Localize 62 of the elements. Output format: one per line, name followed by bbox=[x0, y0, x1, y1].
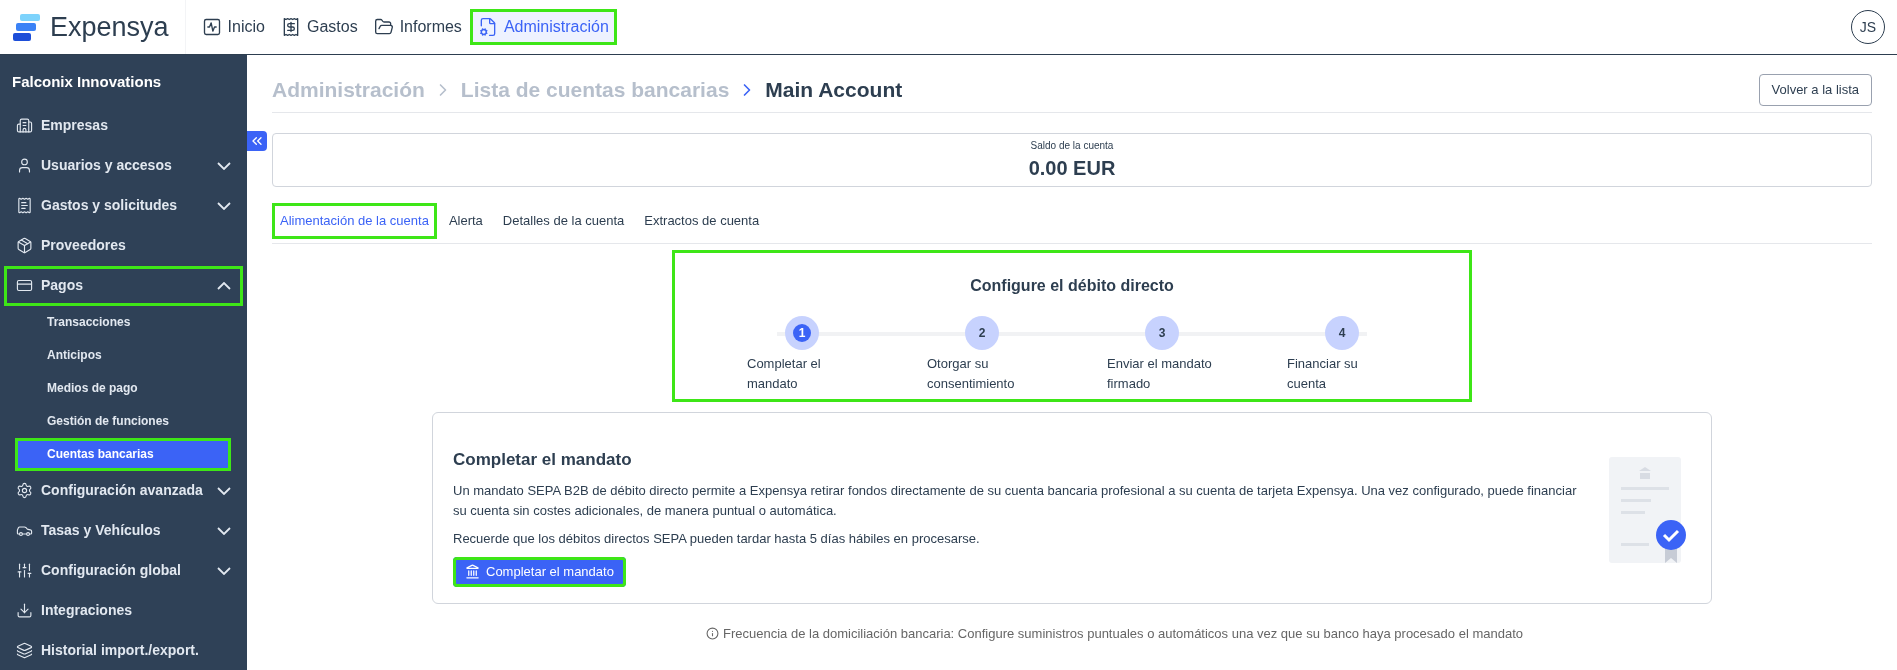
sliders-icon bbox=[16, 562, 33, 579]
sidebar-item[interactable]: Proveedores bbox=[4, 225, 243, 266]
chevron-down-icon bbox=[217, 486, 231, 495]
sidebar-subitem[interactable]: Gestión de funciones bbox=[15, 404, 231, 438]
download-icon bbox=[16, 602, 33, 619]
stepper-title: Configure el débito directo bbox=[969, 276, 1175, 296]
chevron-down-icon bbox=[217, 566, 231, 575]
activity-icon bbox=[201, 17, 222, 37]
info-note: Frecuencia de la domiciliación bancaria: Configure suministros puntuales o automáticos una vez que su banco haya procesado el mandato bbox=[723, 624, 1523, 643]
sidebar-item[interactable]: Pagos bbox=[4, 265, 243, 306]
nav-tab[interactable]: Gastos bbox=[272, 9, 366, 45]
step-label: Otorgar su consentimiento bbox=[927, 355, 1016, 393]
sidebar-item[interactable]: Tasas y Vehículos bbox=[4, 510, 243, 551]
company-name: Falconix Innovations bbox=[11, 72, 163, 92]
page-title: Main Account bbox=[765, 76, 903, 103]
sidebar-item[interactable]: Empresas bbox=[4, 105, 243, 146]
complete-mandate-button[interactable]: Completar el mandato bbox=[453, 556, 626, 587]
tab[interactable]: Alerta bbox=[440, 203, 491, 239]
mandate-paragraph: Recuerde que los débitos directos SEPA pueden tardar hasta 5 días hábiles en procesarse. bbox=[453, 529, 981, 548]
sidebar-subitem[interactable]: Anticipos bbox=[15, 338, 231, 372]
chevron-down-icon bbox=[217, 526, 231, 535]
chevron-up-icon bbox=[217, 281, 231, 290]
collapse-button[interactable] bbox=[247, 131, 267, 151]
tab[interactable]: Extractos de cuenta bbox=[636, 203, 768, 239]
step-label: Completar el mandato bbox=[747, 355, 822, 393]
nav-tab[interactable]: Administración bbox=[469, 9, 617, 45]
bank-icon bbox=[465, 564, 480, 579]
document-gear-icon bbox=[477, 17, 498, 37]
chevron-down-icon bbox=[217, 201, 231, 210]
info-icon bbox=[706, 626, 719, 640]
logo-icon bbox=[12, 12, 42, 42]
sidebar-item[interactable]: Gastos y solicitudes bbox=[4, 185, 243, 226]
sidebar-item[interactable]: Configuración avanzada bbox=[4, 470, 243, 511]
settings-icon bbox=[16, 482, 33, 499]
user-icon bbox=[16, 157, 33, 174]
sidebar-subitem[interactable]: Medios de pago bbox=[15, 371, 231, 405]
receipt-icon bbox=[16, 197, 33, 214]
sidebar-item[interactable]: Configuración global bbox=[4, 550, 243, 591]
mandate-title: Completar el mandato bbox=[453, 449, 633, 471]
sidebar-subitem[interactable]: Cuentas bancarias bbox=[15, 437, 231, 471]
nav-tab[interactable]: Inicio bbox=[193, 9, 273, 45]
user-avatar[interactable]: JS bbox=[1851, 10, 1885, 44]
step-label: Financiar su cuenta bbox=[1287, 355, 1359, 393]
logo-text: Expensya bbox=[50, 10, 169, 44]
folder-icon bbox=[373, 17, 394, 37]
card-icon bbox=[16, 277, 33, 294]
step-label: Enviar el mandato firmado bbox=[1107, 355, 1213, 393]
sidebar-subitem[interactable]: Transacciones bbox=[15, 305, 231, 339]
back-button[interactable]: Volver a la lista bbox=[1758, 73, 1872, 106]
tab[interactable]: Alimentación de la cuenta bbox=[272, 203, 437, 239]
layers-icon bbox=[16, 642, 33, 659]
tab[interactable]: Detalles de la cuenta bbox=[494, 203, 633, 239]
sidebar-item[interactable]: Historial import./export. bbox=[4, 630, 243, 670]
balance-label: Saldo de la cuenta bbox=[1030, 138, 1114, 153]
nav-tab[interactable]: Informes bbox=[365, 9, 470, 45]
sidebar-item[interactable]: Usuarios y accesos bbox=[4, 145, 243, 186]
balance-value: 0.00 EUR bbox=[1028, 155, 1116, 181]
chevron-down-icon bbox=[217, 161, 231, 170]
package-icon bbox=[16, 237, 33, 254]
mandate-paragraph: Un mandato SEPA B2B de débito directo permite a Expensya retirar fondos directamente de su cuenta bancaria profesional a su cuenta de tarjeta Expensya. Una vez configurado, puede financiar su cuenta sin costes adicionales, de manera puntual o automática. bbox=[453, 481, 1578, 520]
sidebar-item[interactable]: Integraciones bbox=[4, 590, 243, 631]
building-icon bbox=[16, 117, 33, 134]
